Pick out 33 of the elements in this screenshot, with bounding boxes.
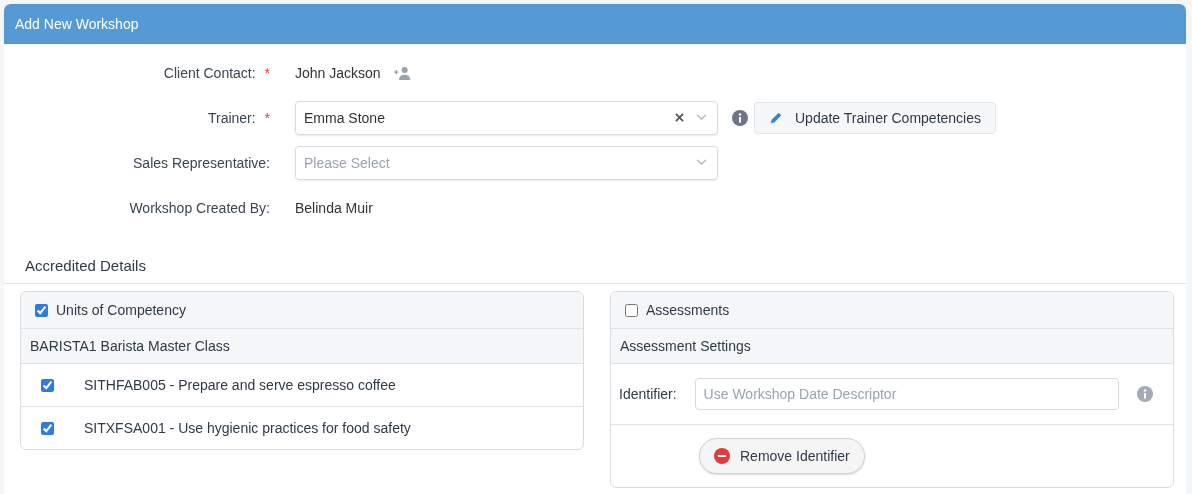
chevron-down-icon[interactable] [696,159,707,166]
update-competencies-button[interactable]: Update Trainer Competencies [754,101,996,134]
window-title: Add New Workshop [4,4,1186,44]
chevron-down-icon[interactable] [696,114,707,121]
required-mark: * [264,109,270,126]
panel-title: Assessments [646,302,730,318]
field-label: Client Contact: [163,64,256,81]
field-label: Trainer: [207,109,256,126]
select-field[interactable]: Emma Stone [295,100,718,135]
unit-label: SITHFAB005 - Prepare and serve espresso coffee [84,377,396,393]
panel-title: Units of Competency [56,302,186,318]
minus-circle-icon [714,448,730,464]
remove-identifier-button[interactable]: Remove Identifier [699,438,865,474]
field-value: Belinda Muir [295,199,373,216]
group-title: BARISTA1 Barista Master Class [21,329,583,364]
clear-icon[interactable] [675,113,684,122]
checkbox[interactable] [625,303,638,317]
field-value: John Jackson [295,64,381,81]
field-label: Sales Representative: [133,154,270,171]
identifier-field[interactable]: Use Workshop Date Descriptor [694,378,1119,410]
settings-title: Assessment Settings [611,329,1173,364]
required-mark: * [264,64,270,81]
pencil-icon [769,110,783,125]
checkbox[interactable] [35,303,48,317]
section-title: Accredited Details [24,256,147,276]
unit-label: SITXFSA001 - Use hygienic practices for food safety [84,420,411,436]
field-label: Workshop Created By: [129,199,270,216]
checkbox[interactable] [41,421,54,435]
info-icon[interactable] [1136,386,1153,402]
info-icon[interactable] [732,109,748,126]
add-person-icon[interactable] [392,65,411,80]
field-label: Identifier: [619,386,677,402]
checkbox[interactable] [41,378,54,392]
